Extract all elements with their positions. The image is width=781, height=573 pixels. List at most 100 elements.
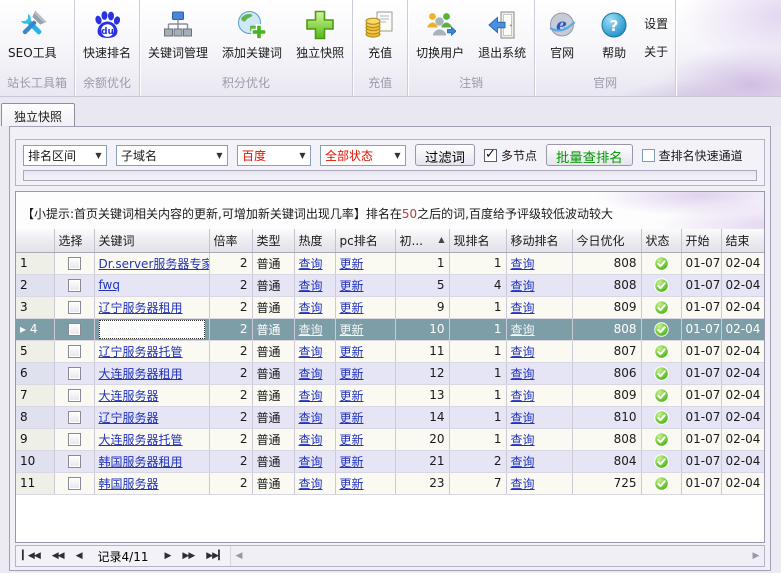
row-checkbox[interactable] xyxy=(68,323,81,336)
column-header[interactable]: 状态 xyxy=(641,229,681,252)
pc-update-link[interactable]: 更新 xyxy=(340,257,364,271)
select-cell[interactable] xyxy=(54,362,94,384)
keyword-cell[interactable]: 大连服务器租用 xyxy=(94,362,209,384)
status-filter-dropdown[interactable]: 全部状态▼ xyxy=(320,145,406,166)
nav-first-button[interactable]: ▎◀◀ xyxy=(16,551,46,561)
pc-update-link[interactable]: 更新 xyxy=(340,389,364,403)
keyword-link[interactable]: 辽宁服务器 xyxy=(99,411,159,425)
heat-cell[interactable]: 查询 xyxy=(294,428,335,450)
column-header[interactable]: 开始 xyxy=(681,229,721,252)
heat-cell[interactable]: 查询 xyxy=(294,406,335,428)
table-row[interactable]: 10韩国服务器租用2普通查询更新212查询80401-0702-04 xyxy=(16,450,765,472)
pc-rank-cell[interactable]: 更新 xyxy=(335,450,395,472)
mobile-rank-cell[interactable]: 查询 xyxy=(506,340,572,362)
pc-rank-cell[interactable]: 更新 xyxy=(335,252,395,274)
nav-next-button[interactable]: ▶ xyxy=(158,551,176,561)
heat-cell[interactable]: 查询 xyxy=(294,362,335,384)
multi-node-checkbox[interactable] xyxy=(484,149,497,162)
snapshot-button[interactable]: 独立快照 xyxy=(289,1,351,63)
pc-rank-cell[interactable]: 更新 xyxy=(335,428,395,450)
table-row[interactable]: 6大连服务器租用2普通查询更新121查询80601-0702-04 xyxy=(16,362,765,384)
mobile-query-link[interactable]: 查询 xyxy=(511,323,535,337)
scroll-right-icon[interactable]: ▶ xyxy=(748,551,764,561)
heat-cell[interactable]: 查询 xyxy=(294,274,335,296)
column-header[interactable] xyxy=(16,229,54,252)
select-cell[interactable] xyxy=(54,318,94,340)
heat-query-link[interactable]: 查询 xyxy=(299,279,323,293)
column-header[interactable]: 现排名 xyxy=(449,229,506,252)
scroll-left-icon[interactable]: ◀ xyxy=(231,551,247,561)
table-row[interactable]: ▸ 4服务器专家2普通查询更新101查询80801-0702-04 xyxy=(16,318,765,340)
search-engine-dropdown[interactable]: 百度▼ xyxy=(237,145,311,166)
help-button[interactable]: ?帮助 xyxy=(588,1,640,63)
heat-query-link[interactable]: 查询 xyxy=(299,389,323,403)
heat-query-link[interactable]: 查询 xyxy=(299,477,323,491)
settings-button[interactable]: 设置 xyxy=(644,15,668,32)
keyword-link[interactable]: 辽宁服务器租用 xyxy=(99,301,183,315)
keyword-link[interactable]: 韩国服务器 xyxy=(99,477,159,491)
keyword-cell[interactable]: 辽宁服务器 xyxy=(94,406,209,428)
row-checkbox[interactable] xyxy=(68,411,81,424)
keyword-cell[interactable]: 服务器专家 xyxy=(94,318,209,340)
select-cell[interactable] xyxy=(54,406,94,428)
keyword-cell[interactable]: 大连服务器托管 xyxy=(94,428,209,450)
mobile-query-link[interactable]: 查询 xyxy=(511,301,535,315)
column-header[interactable]: 关键词 xyxy=(94,229,209,252)
scrollbar-track[interactable] xyxy=(247,546,748,566)
select-cell[interactable] xyxy=(54,450,94,472)
column-header[interactable]: 结束 xyxy=(721,229,765,252)
table-row[interactable]: 9大连服务器托管2普通查询更新201查询80801-0702-04 xyxy=(16,428,765,450)
table-row[interactable]: 1Dr.server服务器专家2普通查询更新11查询80801-0702-04 xyxy=(16,252,765,274)
pc-rank-cell[interactable]: 更新 xyxy=(335,472,395,494)
keyword-cell[interactable]: 韩国服务器租用 xyxy=(94,450,209,472)
row-checkbox[interactable] xyxy=(68,477,81,490)
table-row[interactable]: 7大连服务器2普通查询更新131查询80901-0702-04 xyxy=(16,384,765,406)
table-row[interactable]: 5辽宁服务器托管2普通查询更新111查询80701-0702-04 xyxy=(16,340,765,362)
nav-next-page-button[interactable]: ▶▶ xyxy=(176,551,200,561)
pc-update-link[interactable]: 更新 xyxy=(340,367,364,381)
pc-update-link[interactable]: 更新 xyxy=(340,279,364,293)
row-checkbox[interactable] xyxy=(68,345,81,358)
heat-query-link[interactable]: 查询 xyxy=(299,455,323,469)
tab-snapshot[interactable]: 独立快照 xyxy=(1,103,75,126)
pc-update-link[interactable]: 更新 xyxy=(340,323,364,337)
mobile-query-link[interactable]: 查询 xyxy=(511,257,535,271)
mobile-rank-cell[interactable]: 查询 xyxy=(506,362,572,384)
recharge-button[interactable]: 充值 xyxy=(354,1,406,63)
batch-rank-button[interactable]: 批量查排名 xyxy=(546,144,633,166)
pc-rank-cell[interactable]: 更新 xyxy=(335,296,395,318)
select-cell[interactable] xyxy=(54,472,94,494)
keyword-link[interactable]: 大连服务器租用 xyxy=(99,367,183,381)
mobile-rank-cell[interactable]: 查询 xyxy=(506,318,572,340)
about-button[interactable]: 关于 xyxy=(644,43,668,60)
keyword-link[interactable]: 大连服务器 xyxy=(99,389,159,403)
heat-query-link[interactable]: 查询 xyxy=(299,367,323,381)
nav-prev-page-button[interactable]: ◀◀ xyxy=(46,551,70,561)
table-row[interactable]: 11韩国服务器2普通查询更新237查询72501-0702-04 xyxy=(16,472,765,494)
keyword-link[interactable]: 辽宁服务器托管 xyxy=(99,345,183,359)
column-header[interactable]: 类型 xyxy=(252,229,294,252)
mobile-rank-cell[interactable]: 查询 xyxy=(506,450,572,472)
fast-rank-button[interactable]: du快速排名 xyxy=(76,1,138,63)
mobile-query-link[interactable]: 查询 xyxy=(511,345,535,359)
exit-system-button[interactable]: 退出系统 xyxy=(471,1,533,63)
row-checkbox[interactable] xyxy=(68,455,81,468)
column-header[interactable]: 热度 xyxy=(294,229,335,252)
select-cell[interactable] xyxy=(54,274,94,296)
row-checkbox[interactable] xyxy=(68,433,81,446)
mobile-rank-cell[interactable]: 查询 xyxy=(506,384,572,406)
nav-prev-button[interactable]: ◀ xyxy=(70,551,88,561)
keyword-cell[interactable]: fwq xyxy=(94,274,209,296)
table-row[interactable]: 3辽宁服务器租用2普通查询更新91查询80901-0702-04 xyxy=(16,296,765,318)
pc-update-link[interactable]: 更新 xyxy=(340,411,364,425)
row-checkbox[interactable] xyxy=(68,279,81,292)
keyword-link[interactable]: 大连服务器托管 xyxy=(99,433,183,447)
heat-cell[interactable]: 查询 xyxy=(294,340,335,362)
heat-cell[interactable]: 查询 xyxy=(294,472,335,494)
row-checkbox[interactable] xyxy=(68,389,81,402)
row-checkbox[interactable] xyxy=(68,367,81,380)
pc-rank-cell[interactable]: 更新 xyxy=(335,318,395,340)
official-site-button[interactable]: e官网 xyxy=(536,1,588,63)
heat-query-link[interactable]: 查询 xyxy=(299,411,323,425)
mobile-query-link[interactable]: 查询 xyxy=(511,455,535,469)
